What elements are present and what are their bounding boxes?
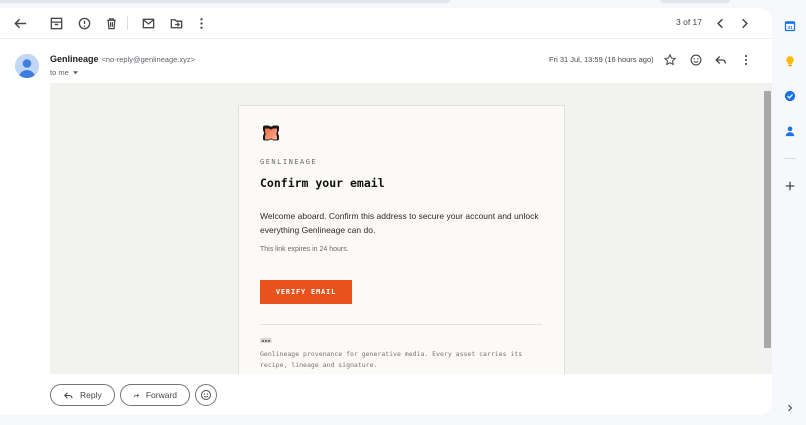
side-divider: [784, 158, 796, 159]
sender-avatar[interactable]: [15, 54, 39, 78]
message-more-icon[interactable]: [736, 50, 756, 70]
mark-unread-icon[interactable]: [137, 12, 159, 34]
email-body: GENLINEAGE Confirm your email Welcome ab…: [50, 83, 763, 374]
move-to-icon[interactable]: [165, 12, 187, 34]
email-card: GENLINEAGE Confirm your email Welcome ab…: [238, 105, 565, 374]
footer-divider: [260, 324, 542, 325]
reply-arrow-icon: [63, 391, 73, 399]
toolbar-divider: [127, 16, 128, 30]
to-label: to me: [50, 68, 69, 77]
top-strip: [0, 0, 806, 8]
sender-email: <no-reply@genlineage.xyz>: [101, 55, 196, 64]
message-header: Genlineage <no-reply@genlineage.xyz> to m…: [0, 48, 772, 88]
message-toolbar: 3 of 17: [0, 8, 772, 39]
pager-count: 3 of 17: [676, 17, 702, 27]
delete-icon[interactable]: [100, 12, 122, 34]
more-options-icon[interactable]: [190, 12, 212, 34]
archive-icon[interactable]: [45, 12, 67, 34]
reply-button[interactable]: Reply: [50, 384, 115, 406]
recipient-details[interactable]: to me: [50, 68, 79, 77]
expand-icon[interactable]: [783, 401, 797, 415]
search-bar-edge: [0, 0, 450, 3]
add-reaction-icon[interactable]: [686, 50, 706, 70]
footer-text: Genlineage provenance for generative med…: [260, 350, 523, 369]
forward-arrow-icon: [133, 393, 140, 397]
back-arrow-icon[interactable]: [9, 12, 31, 34]
email-headline: Confirm your email: [260, 176, 385, 190]
message-pane: 3 of 17 Genlineage <no-reply@genlineage.x…: [0, 8, 772, 415]
report-spam-icon[interactable]: [73, 12, 95, 34]
sender-name: Genlineage <no-reply@genlineage.xyz>: [50, 54, 195, 64]
emoji-reaction-button[interactable]: [195, 384, 217, 406]
add-icon[interactable]: [783, 179, 797, 193]
older-chevron-right-icon[interactable]: [733, 12, 755, 34]
emoji-icon: [201, 390, 211, 400]
header-button-edge: [660, 0, 730, 3]
forward-button[interactable]: Forward: [120, 384, 190, 406]
side-panel: 31: [775, 0, 806, 425]
scrollbar-thumb[interactable]: [764, 91, 771, 348]
message-date: Fri 31 Jul, 13:59 (16 hours ago): [549, 55, 654, 64]
reply-label: Reply: [80, 390, 102, 400]
verify-email-button[interactable]: VERIFY EMAIL: [260, 280, 352, 304]
reply-bar: Reply Forward: [0, 374, 772, 415]
email-paragraph: Welcome aboard. Confirm this address to …: [260, 211, 539, 235]
sender-name-text: Genlineage: [50, 54, 99, 64]
brand-label: GENLINEAGE: [260, 158, 318, 166]
footer-ellipsis-icon: [260, 338, 272, 343]
reply-icon[interactable]: [711, 50, 731, 70]
forward-label: Forward: [145, 390, 177, 400]
keep-icon[interactable]: [783, 54, 797, 68]
caret-down-icon: [72, 71, 78, 75]
newer-chevron-left-icon[interactable]: [709, 12, 731, 34]
genlineage-logo: [261, 124, 281, 144]
expiry-note: This link expires in 24 hours.: [260, 246, 349, 253]
calendar-icon[interactable]: 31: [783, 19, 797, 33]
scrollbar[interactable]: [763, 83, 772, 374]
star-icon[interactable]: [660, 50, 680, 70]
contacts-icon[interactable]: [783, 124, 797, 138]
svg-text:31: 31: [787, 25, 793, 30]
tasks-icon[interactable]: [783, 89, 797, 103]
